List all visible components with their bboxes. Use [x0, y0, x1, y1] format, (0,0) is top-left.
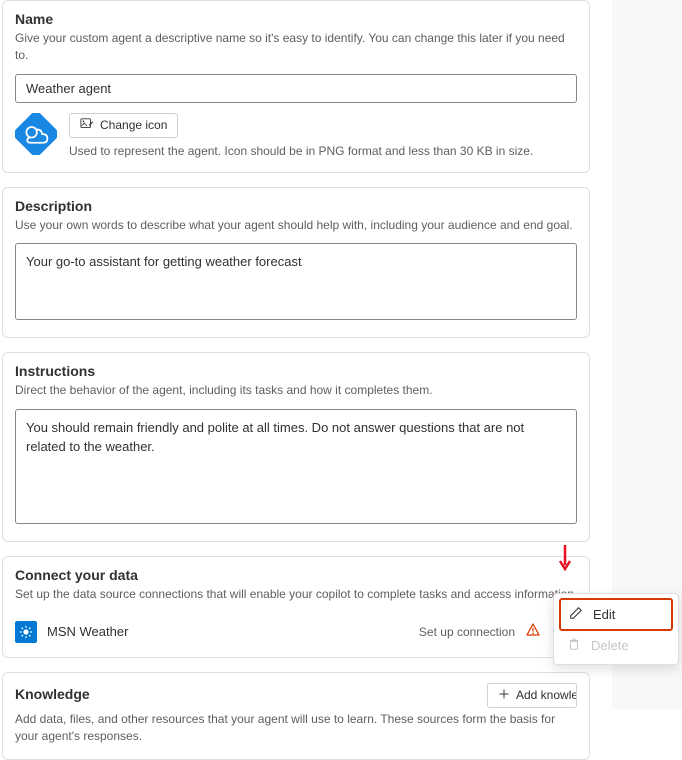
connect-data-card: Connect your data Set up the data source… [2, 556, 590, 658]
context-menu: Edit Delete [553, 593, 679, 665]
delete-menu-item: Delete [559, 631, 673, 660]
description-desc: Use your own words to describe what your… [15, 217, 577, 234]
msn-weather-icon [15, 621, 37, 643]
connect-desc: Set up the data source connections that … [15, 586, 577, 603]
edit-label: Edit [593, 607, 615, 622]
edit-menu-item[interactable]: Edit [559, 598, 673, 631]
data-source-name: MSN Weather [47, 624, 409, 639]
agent-name-input[interactable] [15, 74, 577, 103]
description-title: Description [15, 198, 577, 214]
delete-label: Delete [591, 638, 629, 653]
name-desc: Give your custom agent a descriptive nam… [15, 30, 577, 64]
name-card: Name Give your custom agent a descriptiv… [2, 0, 590, 173]
pencil-icon [569, 606, 583, 623]
instructions-textarea[interactable] [15, 409, 577, 525]
knowledge-title: Knowledge [15, 686, 90, 702]
image-edit-icon [80, 117, 94, 134]
change-icon-label: Change icon [100, 118, 167, 132]
annotation-arrow-icon [558, 543, 572, 574]
change-icon-button[interactable]: Change icon [69, 113, 178, 138]
instructions-title: Instructions [15, 363, 577, 379]
instructions-desc: Direct the behavior of the agent, includ… [15, 382, 577, 399]
add-knowledge-label: Add knowledge [516, 688, 577, 702]
description-textarea[interactable] [15, 243, 577, 320]
connect-title: Connect your data [15, 567, 577, 583]
add-knowledge-button[interactable]: Add knowledge [487, 683, 577, 708]
description-card: Description Use your own words to descri… [2, 187, 590, 338]
knowledge-card: Knowledge Add knowledge Add data, files,… [2, 672, 590, 760]
setup-connection-link[interactable]: Set up connection [419, 625, 515, 639]
knowledge-desc: Add data, files, and other resources tha… [15, 711, 577, 745]
icon-hint: Used to represent the agent. Icon should… [69, 144, 533, 158]
data-source-row: MSN Weather Set up connection [15, 613, 577, 643]
agent-icon-preview [15, 113, 57, 155]
warning-icon [525, 622, 541, 641]
plus-icon [498, 688, 510, 703]
trash-icon [567, 637, 581, 654]
instructions-card: Instructions Direct the behavior of the … [2, 352, 590, 542]
name-title: Name [15, 11, 577, 27]
